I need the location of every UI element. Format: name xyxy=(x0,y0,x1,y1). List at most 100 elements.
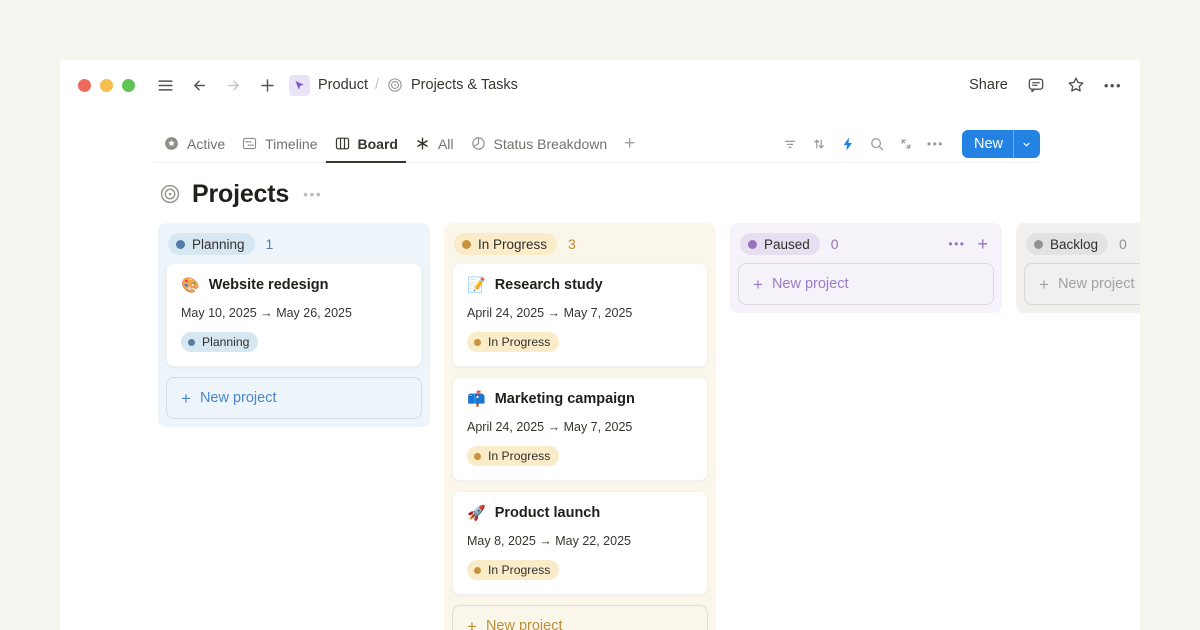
new-project-label: New project xyxy=(772,276,849,292)
plus-icon: + xyxy=(753,276,763,293)
app-window: Product / Projects & Tasks Share ••• Act… xyxy=(60,60,1140,630)
plus-icon: + xyxy=(1039,276,1049,293)
card-date-range: May 8, 2025 → May 22, 2025 xyxy=(467,534,693,548)
project-card[interactable]: 📝Research studyApril 24, 2025 → May 7, 2… xyxy=(452,263,708,367)
card-emoji-icon: 🚀 xyxy=(467,506,486,521)
card-title-row: 🚀 Product launch xyxy=(467,505,693,521)
card-title-row: 📝Research study xyxy=(467,277,693,293)
favorite-star-icon[interactable] xyxy=(1064,73,1088,97)
new-page-plus-icon[interactable] xyxy=(255,73,279,97)
timeline-icon xyxy=(241,135,258,152)
board-icon xyxy=(334,135,351,152)
status-badge-label: In Progress xyxy=(488,449,550,463)
board-column-planning: Planning1🎨Website redesignMay 10, 2025 →… xyxy=(158,223,430,427)
filter-icon[interactable] xyxy=(777,131,803,157)
sidebar-menu-icon[interactable] xyxy=(153,73,177,97)
breadcrumb-page[interactable]: Projects & Tasks xyxy=(411,77,518,93)
project-card[interactable]: 🎨Website redesignMay 10, 2025 → May 26, … xyxy=(166,263,422,367)
column-cards-planning: 🎨Website redesignMay 10, 2025 → May 26, … xyxy=(166,263,422,419)
project-card[interactable]: 🚀 Product launch May 8, 2025 → May 22, 202… xyxy=(452,491,708,595)
column-cards-in-progress: 📝Research studyApril 24, 2025 → May 7, 2… xyxy=(452,263,708,630)
status-badge[interactable]: In Progress xyxy=(467,446,559,466)
status-dot-icon xyxy=(474,567,481,574)
status-badge-label: In Progress xyxy=(488,335,550,349)
status-badge[interactable]: Planning xyxy=(181,332,258,352)
breadcrumb-workspace[interactable]: Product xyxy=(318,77,368,93)
close-window-icon[interactable] xyxy=(78,79,91,92)
automations-bolt-icon[interactable] xyxy=(835,131,861,157)
expand-icon[interactable] xyxy=(893,131,919,157)
column-count: 0 xyxy=(831,236,839,252)
star-circle-icon xyxy=(163,135,180,152)
status-badge[interactable]: Paused xyxy=(740,233,820,255)
sort-icon[interactable] xyxy=(806,131,832,157)
column-count: 1 xyxy=(266,236,274,252)
status-badge[interactable]: In Progress xyxy=(454,233,557,255)
title-more-icon[interactable]: ••• xyxy=(303,186,322,202)
target-icon xyxy=(158,182,182,206)
column-actions: ••• + xyxy=(948,235,992,253)
status-badge-label: In Progress xyxy=(488,563,550,577)
new-project-button[interactable]: +New project xyxy=(1024,263,1140,305)
new-dropdown-chevron[interactable] xyxy=(1013,130,1040,158)
plus-icon: + xyxy=(181,390,191,407)
plus-icon: + xyxy=(467,618,477,630)
card-title: Marketing campaign xyxy=(495,391,635,407)
more-options-icon[interactable]: ••• xyxy=(1104,79,1122,92)
new-project-button[interactable]: +New project xyxy=(452,605,708,630)
search-icon[interactable] xyxy=(864,131,890,157)
status-dot-icon xyxy=(1034,240,1043,249)
new-project-label: New project xyxy=(200,390,277,406)
column-header-paused: Paused 0 ••• + xyxy=(738,231,994,263)
status-badge[interactable]: In Progress xyxy=(467,332,559,352)
share-button[interactable]: Share xyxy=(969,77,1008,93)
column-more-icon[interactable]: ••• xyxy=(948,238,965,250)
column-count: 0 xyxy=(1119,236,1127,252)
new-button[interactable]: New xyxy=(962,130,1040,158)
tab-active[interactable]: Active xyxy=(155,127,233,163)
column-count: 3 xyxy=(568,236,576,252)
comments-icon[interactable] xyxy=(1024,73,1048,97)
view-more-icon[interactable]: ••• xyxy=(922,137,949,151)
tab-board[interactable]: Board xyxy=(326,127,406,163)
board-column-in-progress: In Progress 3 📝Research studyApril 24, 202… xyxy=(444,223,716,630)
column-header-backlog: Backlog 0 xyxy=(1024,231,1140,263)
status-dot-icon xyxy=(474,453,481,460)
target-icon xyxy=(386,76,404,94)
tab-all[interactable]: All xyxy=(406,127,462,163)
tab-status-breakdown[interactable]: Status Breakdown xyxy=(462,127,616,163)
new-project-button[interactable]: + New project xyxy=(738,263,994,305)
project-card[interactable]: 📫Marketing campaignApril 24, 2025 → May … xyxy=(452,377,708,481)
card-emoji-icon: 📝 xyxy=(467,278,486,293)
view-toolbar: Active Timeline Board All Status Breakdo… xyxy=(155,126,1040,163)
view-tabs: Active Timeline Board All Status Breakdo… xyxy=(155,126,644,162)
traffic-lights xyxy=(78,79,135,92)
card-title: Website redesign xyxy=(209,277,329,293)
status-badge[interactable]: In Progress xyxy=(467,560,559,580)
card-title-row: 🎨 Website redesign xyxy=(181,277,407,293)
minimize-window-icon[interactable] xyxy=(100,79,113,92)
status-badge-label: In Progress xyxy=(478,237,547,252)
workspace-icon[interactable] xyxy=(289,75,310,96)
new-button-label[interactable]: New xyxy=(962,130,1013,158)
maximize-window-icon[interactable] xyxy=(122,79,135,92)
chevron-down-icon xyxy=(1020,138,1033,151)
status-badge[interactable]: Backlog xyxy=(1026,233,1108,255)
column-add-icon[interactable]: + xyxy=(977,235,988,253)
board-column-paused: Paused 0 ••• + + New project xyxy=(730,223,1002,313)
tab-timeline[interactable]: Timeline xyxy=(233,127,325,163)
card-emoji-icon: 🎨 xyxy=(181,278,200,293)
breadcrumb-separator: / xyxy=(375,77,379,93)
back-arrow-icon[interactable] xyxy=(187,73,211,97)
card-title: Product launch xyxy=(495,505,601,521)
page-title-row: Projects ••• xyxy=(158,177,1040,211)
card-emoji-icon: 📫 xyxy=(467,392,486,407)
status-badge-label: Paused xyxy=(764,237,810,252)
status-badge[interactable]: Planning xyxy=(168,233,255,255)
forward-arrow-icon[interactable] xyxy=(221,73,245,97)
status-dot-icon xyxy=(474,339,481,346)
asterisk-icon xyxy=(414,135,431,152)
column-cards-paused: + New project xyxy=(738,263,994,305)
new-project-button[interactable]: + New project xyxy=(166,377,422,419)
add-view-icon[interactable]: + xyxy=(615,133,644,155)
